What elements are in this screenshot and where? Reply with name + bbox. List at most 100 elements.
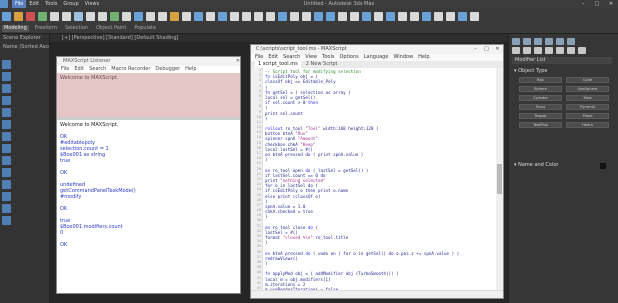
editor-menu-item[interactable]: Search [283,54,300,61]
object-type-button[interactable]: Tube [566,95,609,101]
toolbar-tool-icon[interactable] [98,12,107,21]
ribbon-tab-object-paint[interactable]: Object Paint [94,25,128,32]
spacewarps-icon[interactable] [567,47,575,54]
menu-views[interactable]: Views [82,0,102,8]
modify-tab-icon[interactable] [523,38,531,45]
listener-menu-macro-recorder[interactable]: Macro Recorder [111,66,150,73]
toolbar-tool-icon[interactable] [122,12,131,21]
hierarchy-tab-icon[interactable] [534,38,542,45]
filter-icon[interactable] [2,156,11,165]
code-lines[interactable]: -- Script tool for modifying selection fn… [265,69,495,292]
create-tab-icon[interactable] [512,38,520,45]
close-icon[interactable]: ✕ [492,45,503,54]
modifier-list-dropdown[interactable]: Modifier List [512,57,612,64]
object-type-button[interactable]: TextPlus [519,122,562,128]
editor-menu-item[interactable]: Window [393,54,413,61]
object-type-button[interactable]: Cone [566,77,609,83]
filter-icon[interactable] [2,168,11,177]
filter-icon[interactable] [2,204,11,213]
color-swatch[interactable] [600,163,606,169]
toolbar-tool-icon[interactable] [386,12,395,21]
filter-icon[interactable] [2,144,11,153]
toolbar-tool-icon[interactable] [206,12,215,21]
toolbar-tool-icon[interactable] [62,12,71,21]
filter-icon[interactable] [2,60,11,69]
lights-icon[interactable] [534,47,542,54]
toolbar-tool-icon[interactable] [218,12,227,21]
listener-menu-help[interactable]: Help [185,66,196,73]
shapes-icon[interactable] [523,47,531,54]
toolbar-tool-icon[interactable] [254,12,263,21]
minimize-icon[interactable]: – [576,0,590,8]
scene-explorer-sort[interactable]: Name (Sorted Ascending) [0,43,49,52]
menu-file[interactable]: File [12,0,27,8]
object-type-button[interactable]: Plane [566,113,609,119]
minimize-icon[interactable]: – [470,45,481,54]
toolbar-tool-icon[interactable] [134,12,143,21]
ribbon-tab-populate[interactable]: Populate [132,25,158,32]
filter-icon[interactable] [2,132,11,141]
close-icon[interactable]: ✕ [236,57,240,66]
toolbar-tool-icon[interactable] [374,12,383,21]
display-tab-icon[interactable] [556,38,564,45]
toolbar-tool-icon[interactable] [398,12,407,21]
toolbar-tool-icon[interactable] [410,12,419,21]
toolbar-tool-icon[interactable] [182,12,191,21]
filter-icon[interactable] [2,72,11,81]
ribbon-tab-freeform[interactable]: Freeform [33,25,59,32]
ribbon-tab-selection[interactable]: Selection [63,25,90,32]
toolbar-tool-icon[interactable] [266,12,275,21]
menu-group[interactable]: Group [60,0,81,8]
toolbar-tool-icon[interactable] [194,12,203,21]
code-area[interactable]: 1 2 3 4 5 6 7 8 9 10 11 12 13 14 15 16 17 18 19 20 21 22 23 24 2… [251,68,497,292]
toolbar-tool-icon[interactable] [302,12,311,21]
toolbar-tool-icon[interactable] [470,12,479,21]
toolbar-tool-icon[interactable] [26,12,35,21]
helpers-icon[interactable] [556,47,564,54]
toolbar-tool-icon[interactable] [2,12,11,21]
toolbar-tool-icon[interactable] [458,12,467,21]
filter-icon[interactable] [2,192,11,201]
filter-icon[interactable] [2,108,11,117]
scrollbar-thumb[interactable] [497,164,502,194]
editor-menu-item[interactable]: Options [339,54,358,61]
name-color-rollout[interactable]: ▾ Name and Color [512,162,612,169]
macro-recorder-pane[interactable]: Welcome to MAXScript. [57,73,240,117]
motion-tab-icon[interactable] [545,38,553,45]
editor-menu-item[interactable]: File [255,54,263,61]
listener-output-pane[interactable]: Welcome to MAXScript. OK #editablepoly sele… [57,120,240,250]
object-type-button[interactable]: Torus [519,104,562,110]
toolbar-tool-icon[interactable] [146,12,155,21]
editor-tab-script-tool[interactable]: 1 script_tool.ms [255,61,301,68]
ribbon-tab-modeling[interactable]: Modeling [2,25,29,32]
toolbar-tool-icon[interactable] [242,12,251,21]
listener-menu-edit[interactable]: Edit [74,66,84,73]
toolbar-tool-icon[interactable] [290,12,299,21]
listener-menu-file[interactable]: File [61,66,69,73]
maximize-icon[interactable]: □ [590,0,604,8]
editor-menu-item[interactable]: Language [364,54,389,61]
menu-tools[interactable]: Tools [42,0,60,8]
editor-tab-new-script[interactable]: 2 New Script [303,61,341,68]
toolbar-tool-icon[interactable] [314,12,323,21]
toolbar-tool-icon[interactable] [446,12,455,21]
toolbar-tool-icon[interactable] [278,12,287,21]
object-type-button[interactable]: Teapot [519,113,562,119]
toolbar-tool-icon[interactable] [434,12,443,21]
editor-menu-item[interactable]: Help [418,54,429,61]
editor-menu-item[interactable]: Edit [268,54,278,61]
toolbar-tool-icon[interactable] [326,12,335,21]
viewport-label[interactable]: [+] [Perspective] [Standard] [Default Sh… [50,34,508,42]
toolbar-tool-icon[interactable] [350,12,359,21]
filter-icon[interactable] [2,84,11,93]
object-type-rollout[interactable]: ▾ Object Type [512,68,612,75]
utilities-tab-icon[interactable] [567,38,575,45]
toolbar-tool-icon[interactable] [158,12,167,21]
toolbar-tool-icon[interactable] [230,12,239,21]
object-type-button[interactable]: Pyramid [566,104,609,110]
object-type-button[interactable]: Cylinder [519,95,562,101]
vertical-scrollbar[interactable] [496,68,503,292]
editor-menu-item[interactable]: Tools [322,54,334,61]
toolbar-tool-icon[interactable] [422,12,431,21]
object-type-button[interactable]: Sphere [519,86,562,92]
